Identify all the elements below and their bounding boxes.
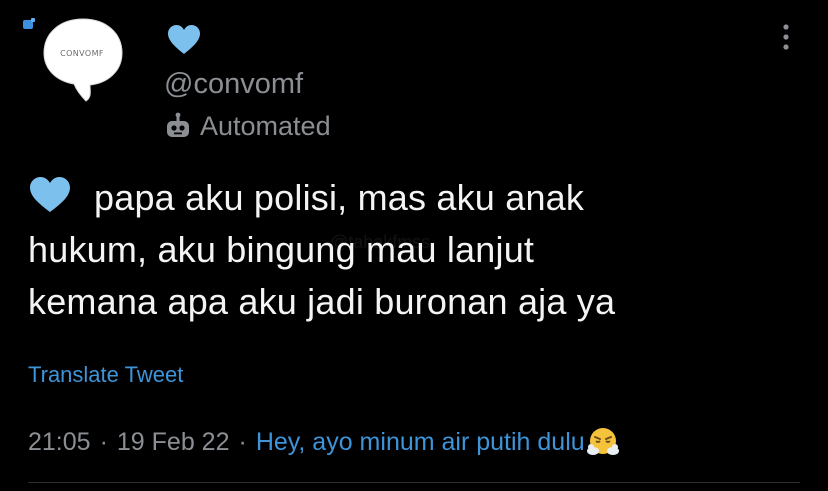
more-options-icon[interactable] xyxy=(778,22,794,54)
tweet-date[interactable]: 19 Feb 22 xyxy=(117,428,230,457)
speech-bubble-icon xyxy=(43,18,123,102)
blue-heart-icon xyxy=(168,25,200,54)
tweet-source-link[interactable]: Hey, ayo minum air putih dulu xyxy=(256,428,585,457)
user-handle[interactable]: @convomf xyxy=(164,68,303,101)
divider xyxy=(28,482,800,483)
meta-separator: · xyxy=(99,427,108,456)
robot-icon xyxy=(167,112,189,137)
tweet-time[interactable]: 21:05 xyxy=(28,428,91,457)
tweet-line-text: papa aku polisi, mas aku anak xyxy=(94,177,585,218)
tweet-line: hukum, aku bingung mau lanjut xyxy=(28,229,535,270)
tweet-meta: 21:05 · 19 Feb 22 · Hey, ayo minum air p… xyxy=(28,424,619,460)
tweet: CONVOMF @convomf Automated @tahakfmss pa… xyxy=(0,0,828,491)
blue-heart-icon xyxy=(30,177,70,212)
tweet-line: kemana apa aku jadi buronan aja ya xyxy=(28,281,616,322)
tweet-line: papa aku polisi, mas aku anak xyxy=(28,172,788,224)
steaming-face-icon xyxy=(586,428,619,455)
avatar-label: CONVOMF xyxy=(60,49,104,58)
automated-badge[interactable]: Automated xyxy=(164,110,331,142)
translate-tweet-link[interactable]: Translate Tweet xyxy=(28,362,183,388)
avatar[interactable]: CONVOMF xyxy=(40,13,126,103)
automated-label: Automated xyxy=(200,110,331,141)
notification-icon xyxy=(23,18,35,29)
tweet-body: papa aku polisi, mas aku anak hukum, aku… xyxy=(28,172,788,328)
meta-separator: · xyxy=(238,427,247,456)
